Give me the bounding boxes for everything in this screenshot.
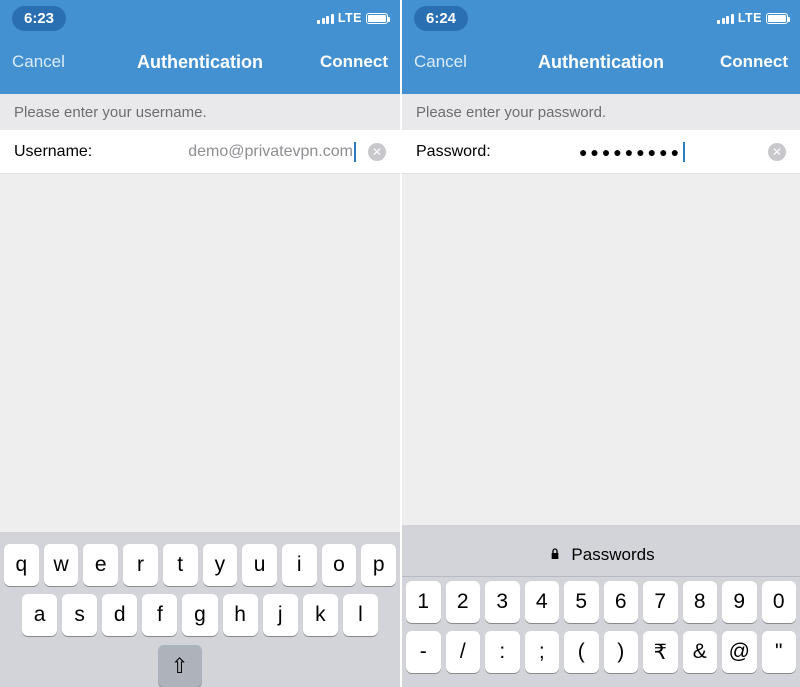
username-label: Username: — [14, 143, 106, 161]
connect-button[interactable]: Connect — [708, 52, 788, 72]
password-suggestion-bar[interactable]: Passwords — [402, 533, 800, 577]
key-1[interactable]: 1 — [406, 581, 441, 623]
statusbar: 6:23 LTE — [0, 0, 400, 36]
time-pill: 6:23 — [12, 6, 66, 31]
key-f[interactable]: f — [142, 594, 177, 636]
key-q[interactable]: q — [4, 544, 39, 586]
key-w[interactable]: w — [44, 544, 79, 586]
battery-icon — [366, 13, 388, 24]
key-i[interactable]: i — [282, 544, 317, 586]
screenshot-username: 6:23 LTE Cancel Authentication Connect P… — [0, 0, 400, 687]
shift-key[interactable]: ⇧ — [158, 645, 202, 687]
key-d[interactable]: d — [102, 594, 137, 636]
cancel-button[interactable]: Cancel — [414, 52, 494, 72]
keyboard-row-2: -/:;()₹&@" — [402, 627, 800, 677]
prompt-text: Please enter your password. — [402, 94, 800, 130]
key-a[interactable]: a — [22, 594, 57, 636]
key-g[interactable]: g — [182, 594, 217, 636]
text-caret — [683, 142, 685, 162]
key-0[interactable]: 0 — [762, 581, 797, 623]
key-3[interactable]: 3 — [485, 581, 520, 623]
keyboard[interactable]: Passwords 1234567890 -/:;()₹&@" — [402, 525, 800, 687]
battery-icon — [766, 13, 788, 24]
screenshot-password: 6:24 LTE Cancel Authentication Connect P… — [400, 0, 800, 687]
password-row[interactable]: Password: ●●●●●●●●● ✕ — [402, 130, 800, 174]
status-indicators: LTE — [317, 11, 388, 25]
clear-icon[interactable]: ✕ — [368, 143, 386, 161]
key-h[interactable]: h — [223, 594, 258, 636]
username-input[interactable]: demo@privatevpn.com — [188, 143, 353, 161]
keyboard[interactable]: qwertyuiop asdfghjkl ⇧ — [0, 532, 400, 687]
key-4[interactable]: 4 — [525, 581, 560, 623]
key-9[interactable]: 9 — [722, 581, 757, 623]
key--[interactable]: - — [406, 631, 441, 673]
key-k[interactable]: k — [303, 594, 338, 636]
header: 6:24 LTE Cancel Authentication Connect — [402, 0, 800, 94]
key-5[interactable]: 5 — [564, 581, 599, 623]
key-7[interactable]: 7 — [643, 581, 678, 623]
password-suggestion-label: Passwords — [571, 545, 654, 565]
key-o[interactable]: o — [322, 544, 357, 586]
statusbar: 6:24 LTE — [402, 0, 800, 36]
key-e[interactable]: e — [83, 544, 118, 586]
password-label: Password: — [416, 143, 508, 161]
key-l[interactable]: l — [343, 594, 378, 636]
key-6[interactable]: 6 — [604, 581, 639, 623]
key-2[interactable]: 2 — [446, 581, 481, 623]
time-pill: 6:24 — [414, 6, 468, 31]
network-label: LTE — [338, 11, 362, 25]
key-₹[interactable]: ₹ — [643, 631, 678, 673]
key-&[interactable]: & — [683, 631, 718, 673]
key-p[interactable]: p — [361, 544, 396, 586]
clear-icon[interactable]: ✕ — [768, 143, 786, 161]
password-input[interactable]: ●●●●●●●●● — [579, 144, 682, 160]
keyboard-row-3: ⇧ — [0, 640, 400, 687]
network-label: LTE — [738, 11, 762, 25]
key-s[interactable]: s — [62, 594, 97, 636]
key-@[interactable]: @ — [722, 631, 757, 673]
key-8[interactable]: 8 — [683, 581, 718, 623]
keyboard-row-1: 1234567890 — [402, 577, 800, 627]
prompt-text: Please enter your username. — [0, 94, 400, 130]
key-;[interactable]: ; — [525, 631, 560, 673]
signal-icon — [317, 12, 334, 24]
content-area — [402, 174, 800, 525]
navbar: Cancel Authentication Connect — [402, 36, 800, 94]
key-r[interactable]: r — [123, 544, 158, 586]
username-row[interactable]: Username: demo@privatevpn.com ✕ — [0, 130, 400, 174]
status-indicators: LTE — [717, 11, 788, 25]
nav-title: Authentication — [494, 52, 708, 73]
navbar: Cancel Authentication Connect — [0, 36, 400, 94]
key-t[interactable]: t — [163, 544, 198, 586]
key-"[interactable]: " — [762, 631, 797, 673]
connect-button[interactable]: Connect — [308, 52, 388, 72]
text-caret — [354, 142, 356, 162]
key-u[interactable]: u — [242, 544, 277, 586]
signal-icon — [717, 12, 734, 24]
key-j[interactable]: j — [263, 594, 298, 636]
key-:[interactable]: : — [485, 631, 520, 673]
key-)[interactable]: ) — [604, 631, 639, 673]
key-y[interactable]: y — [203, 544, 238, 586]
keyboard-row-2: asdfghjkl — [0, 590, 400, 640]
key-([interactable]: ( — [564, 631, 599, 673]
key-icon — [547, 547, 563, 563]
header: 6:23 LTE Cancel Authentication Connect — [0, 0, 400, 94]
nav-title: Authentication — [92, 52, 308, 73]
keyboard-row-1: qwertyuiop — [0, 540, 400, 590]
key-/[interactable]: / — [446, 631, 481, 673]
content-area — [0, 174, 400, 532]
cancel-button[interactable]: Cancel — [12, 52, 92, 72]
